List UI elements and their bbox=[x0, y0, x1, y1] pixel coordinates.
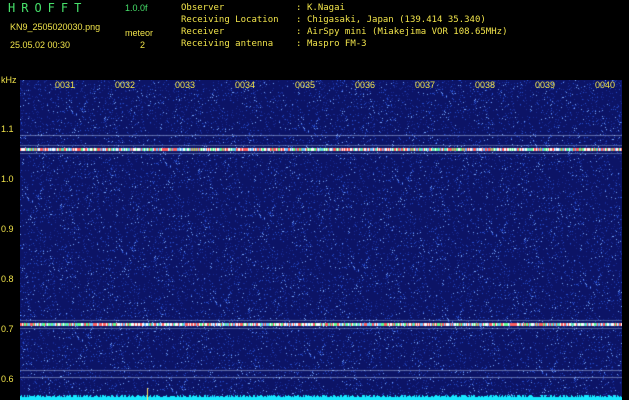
y-axis-unit: kHz bbox=[1, 75, 17, 85]
spectrogram-plot bbox=[20, 80, 622, 400]
info-label-observer: Observer bbox=[181, 3, 225, 13]
file-datetime: 25.05.02 00:30 bbox=[10, 40, 71, 50]
app-version: 1.0.0f bbox=[125, 3, 148, 13]
info-separator: : bbox=[296, 15, 302, 25]
info-label-location: Receiving Location bbox=[181, 15, 279, 25]
x-tick-label: 0039 bbox=[535, 80, 556, 90]
x-tick-label: 0035 bbox=[295, 80, 316, 90]
info-value-observer: K.Nagai bbox=[307, 3, 345, 13]
spectrogram-canvas bbox=[20, 80, 622, 400]
x-tick-label: 0033 bbox=[175, 80, 196, 90]
y-tick-label: 0.8 bbox=[1, 274, 14, 284]
meteor-count: 2 bbox=[140, 40, 146, 50]
x-tick-label: 0036 bbox=[355, 80, 376, 90]
info-separator: : bbox=[296, 3, 302, 13]
info-value-antenna: Maspro FM-3 bbox=[307, 39, 367, 49]
x-tick-label: 0038 bbox=[475, 80, 496, 90]
info-label-antenna: Receiving antenna bbox=[181, 39, 274, 49]
x-tick-label: 0037 bbox=[415, 80, 436, 90]
file-name: KN9_2505020030.png bbox=[10, 22, 101, 32]
y-tick-label: 1.1 bbox=[1, 124, 14, 134]
y-tick-label: 0.9 bbox=[1, 224, 14, 234]
info-separator: : bbox=[296, 27, 302, 37]
x-tick-label: 0031 bbox=[55, 80, 76, 90]
x-tick-label: 0032 bbox=[115, 80, 136, 90]
info-separator: : bbox=[296, 39, 302, 49]
info-value-receiver: AirSpy mini (Miakejima VOR 108.65MHz) bbox=[307, 27, 508, 37]
y-tick-label: 1.0 bbox=[1, 174, 14, 184]
app-title: HROFFT bbox=[8, 1, 88, 15]
meteor-label: meteor bbox=[125, 28, 154, 38]
y-tick-label: 0.6 bbox=[1, 374, 14, 384]
info-value-location: Chigasaki, Japan (139.414 35.340) bbox=[307, 15, 486, 25]
info-label-receiver: Receiver bbox=[181, 27, 225, 37]
x-tick-label: 0040 bbox=[595, 80, 616, 90]
y-tick-label: 0.7 bbox=[1, 324, 14, 334]
x-tick-label: 0034 bbox=[235, 80, 256, 90]
